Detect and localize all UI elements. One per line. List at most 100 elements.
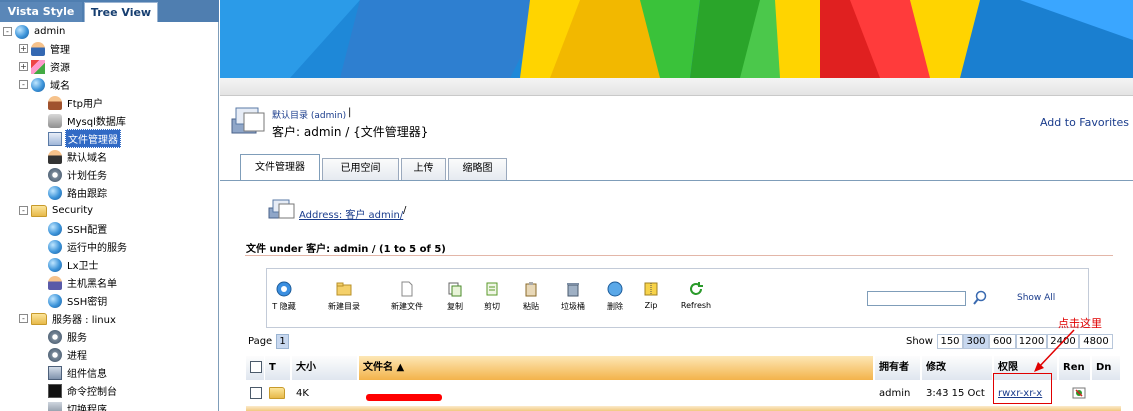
paste-icon — [525, 282, 537, 297]
tree-item-switch[interactable]: 切换程序 — [48, 400, 109, 411]
collapse-toggle[interactable]: - — [19, 80, 28, 89]
breadcrumb-separator: | — [348, 107, 352, 118]
sidebar: Vista Style Tree View - admin + 管理 + 资源 … — [0, 0, 219, 411]
tree-item-label: Mysql数据库 — [67, 117, 126, 128]
tree-item-file-manager[interactable]: 文件管理器 — [48, 129, 121, 148]
copy-icon — [448, 282, 462, 297]
table-row[interactable] — [246, 406, 1121, 411]
tree-item-running-services[interactable]: 运行中的服务 — [48, 238, 129, 255]
tree-item-label: SSH密钥 — [67, 297, 108, 308]
breadcrumb[interactable]: 默认目录 (admin) — [272, 108, 346, 121]
copy-label: 复制 — [447, 302, 463, 311]
tree-item-scheduled-tasks[interactable]: 计划任务 — [48, 166, 109, 183]
globe-icon — [48, 221, 62, 236]
column-header-size[interactable]: 大小 — [292, 356, 358, 380]
expand-toggle[interactable]: + — [19, 44, 28, 53]
tree-item-processes[interactable]: 进程 — [48, 346, 89, 363]
tree-item-domains[interactable]: - 域名 — [19, 76, 72, 93]
tree-item-console[interactable]: 命令控制台 — [48, 382, 119, 399]
page-label: Page — [248, 336, 273, 347]
collapse-toggle[interactable]: - — [19, 314, 28, 323]
tab-used-space[interactable]: 已用空间 — [322, 158, 399, 180]
tree-item-server-linux[interactable]: - 服务器 : linux — [19, 310, 118, 327]
tree-item-label: Security — [52, 205, 94, 216]
row-select-cell — [246, 381, 265, 406]
row-owner: admin — [879, 388, 911, 399]
folder-icon — [269, 387, 285, 399]
tree-item-resources[interactable]: + 资源 — [19, 58, 72, 75]
tree-item-services[interactable]: 服务 — [48, 328, 89, 345]
new-folder-button[interactable]: 新建目录 — [319, 281, 369, 312]
page-size-4800[interactable]: 4800 — [1079, 334, 1113, 349]
page-size-300[interactable]: 300 — [963, 334, 989, 349]
tree-item-components[interactable]: 组件信息 — [48, 364, 109, 381]
tree-item-label: 默认域名 — [67, 153, 107, 164]
tree-item-label: 组件信息 — [67, 369, 107, 380]
tree-item-traceroute[interactable]: 路由跟踪 — [48, 184, 109, 201]
add-to-favorites-link[interactable]: Add to Favorites — [1040, 116, 1129, 129]
heading-divider — [245, 255, 1113, 256]
tree-item-default-domain[interactable]: 默认域名 — [48, 148, 109, 165]
tree-item-mysql[interactable]: Mysql数据库 — [48, 112, 128, 129]
tree-item-label: 服务器 : linux — [52, 315, 116, 326]
tab-thumbnails[interactable]: 缩略图 — [448, 158, 507, 180]
row-size: 4K — [296, 388, 309, 399]
tree-item-label: Lx卫士 — [67, 261, 99, 272]
row-type-cell — [265, 381, 291, 406]
tab-vista-style[interactable]: Vista Style — [0, 2, 82, 22]
select-all-checkbox[interactable] — [250, 361, 262, 373]
tree-item-host-blacklist[interactable]: 主机黑名单 — [48, 274, 119, 291]
address-icon — [268, 199, 295, 219]
page-title: 客户: admin / {文件管理器} — [272, 125, 429, 139]
hide-button[interactable]: T 隐藏 — [259, 281, 309, 312]
search-icon[interactable] — [972, 290, 988, 306]
new-folder-label: 新建目录 — [328, 302, 360, 311]
search-input[interactable] — [867, 291, 966, 306]
column-header-type[interactable]: T — [265, 356, 291, 380]
sidebar-tabs: Vista Style Tree View — [0, 0, 219, 22]
globe-icon — [48, 239, 62, 254]
column-header-filename[interactable]: 文件名 ▲ — [359, 356, 874, 380]
tab-divider — [220, 180, 1133, 181]
tree-item-admin[interactable]: - admin — [3, 23, 67, 40]
tree-item-security[interactable]: - Security — [19, 202, 95, 219]
tree-item-ssh-keys[interactable]: SSH密钥 — [48, 292, 109, 309]
collapse-toggle[interactable]: - — [19, 206, 28, 215]
page-size-600[interactable]: 600 — [989, 334, 1016, 349]
show-all-link[interactable]: Show All — [1017, 293, 1055, 303]
row-checkbox[interactable] — [250, 387, 262, 399]
tree-item-manage[interactable]: + 管理 — [19, 40, 72, 57]
tree-item-label: 管理 — [50, 45, 70, 56]
column-header-download[interactable]: Dn — [1092, 356, 1121, 380]
trash-label: 垃圾桶 — [561, 302, 585, 311]
address-link[interactable]: Address: 客户 admin/ — [299, 206, 403, 221]
cut-label: 剪切 — [484, 302, 500, 311]
tab-tree-view[interactable]: Tree View — [84, 2, 158, 22]
tab-file-manager[interactable]: 文件管理器 — [240, 154, 320, 181]
new-file-button[interactable]: 新建文件 — [382, 281, 432, 312]
collapse-toggle[interactable]: - — [3, 27, 12, 36]
column-header-owner[interactable]: 拥有者 — [875, 356, 921, 380]
tree-item-label: 资源 — [50, 63, 70, 74]
tree-item-label: 命令控制台 — [67, 387, 117, 398]
file-table-header: T 大小 文件名 ▲ 拥有者 修改 权限 Ren Dn — [246, 356, 1121, 380]
zip-button[interactable]: Zip — [626, 281, 676, 310]
expand-toggle[interactable]: + — [19, 62, 28, 71]
page-size-150[interactable]: 150 — [937, 334, 963, 349]
tree-item-label: admin — [34, 26, 66, 37]
zip-icon — [644, 282, 658, 296]
new-folder-icon — [336, 282, 352, 296]
console-icon — [48, 383, 62, 398]
rename-icon[interactable] — [1072, 386, 1086, 400]
tree-item-ftp-users[interactable]: Ftp用户 — [48, 94, 105, 111]
tab-upload[interactable]: 上传 — [401, 158, 446, 180]
tree-item-label: 文件管理器 — [65, 129, 121, 148]
page-number-current[interactable]: 1 — [276, 334, 289, 349]
tree-item-lx-guard[interactable]: Lx卫士 — [48, 256, 101, 273]
tree-item-ssh-config[interactable]: SSH配置 — [48, 220, 109, 237]
column-header-modified[interactable]: 修改 — [922, 356, 993, 380]
refresh-button[interactable]: Refresh — [671, 281, 721, 310]
file-toolbar: T 隐藏 新建目录 新建文件 复制 剪切 粘贴 垃圾桶 删除 Zip Refre… — [266, 268, 1089, 328]
address-suffix[interactable]: / — [403, 205, 406, 216]
admin-globe-icon — [15, 24, 29, 39]
